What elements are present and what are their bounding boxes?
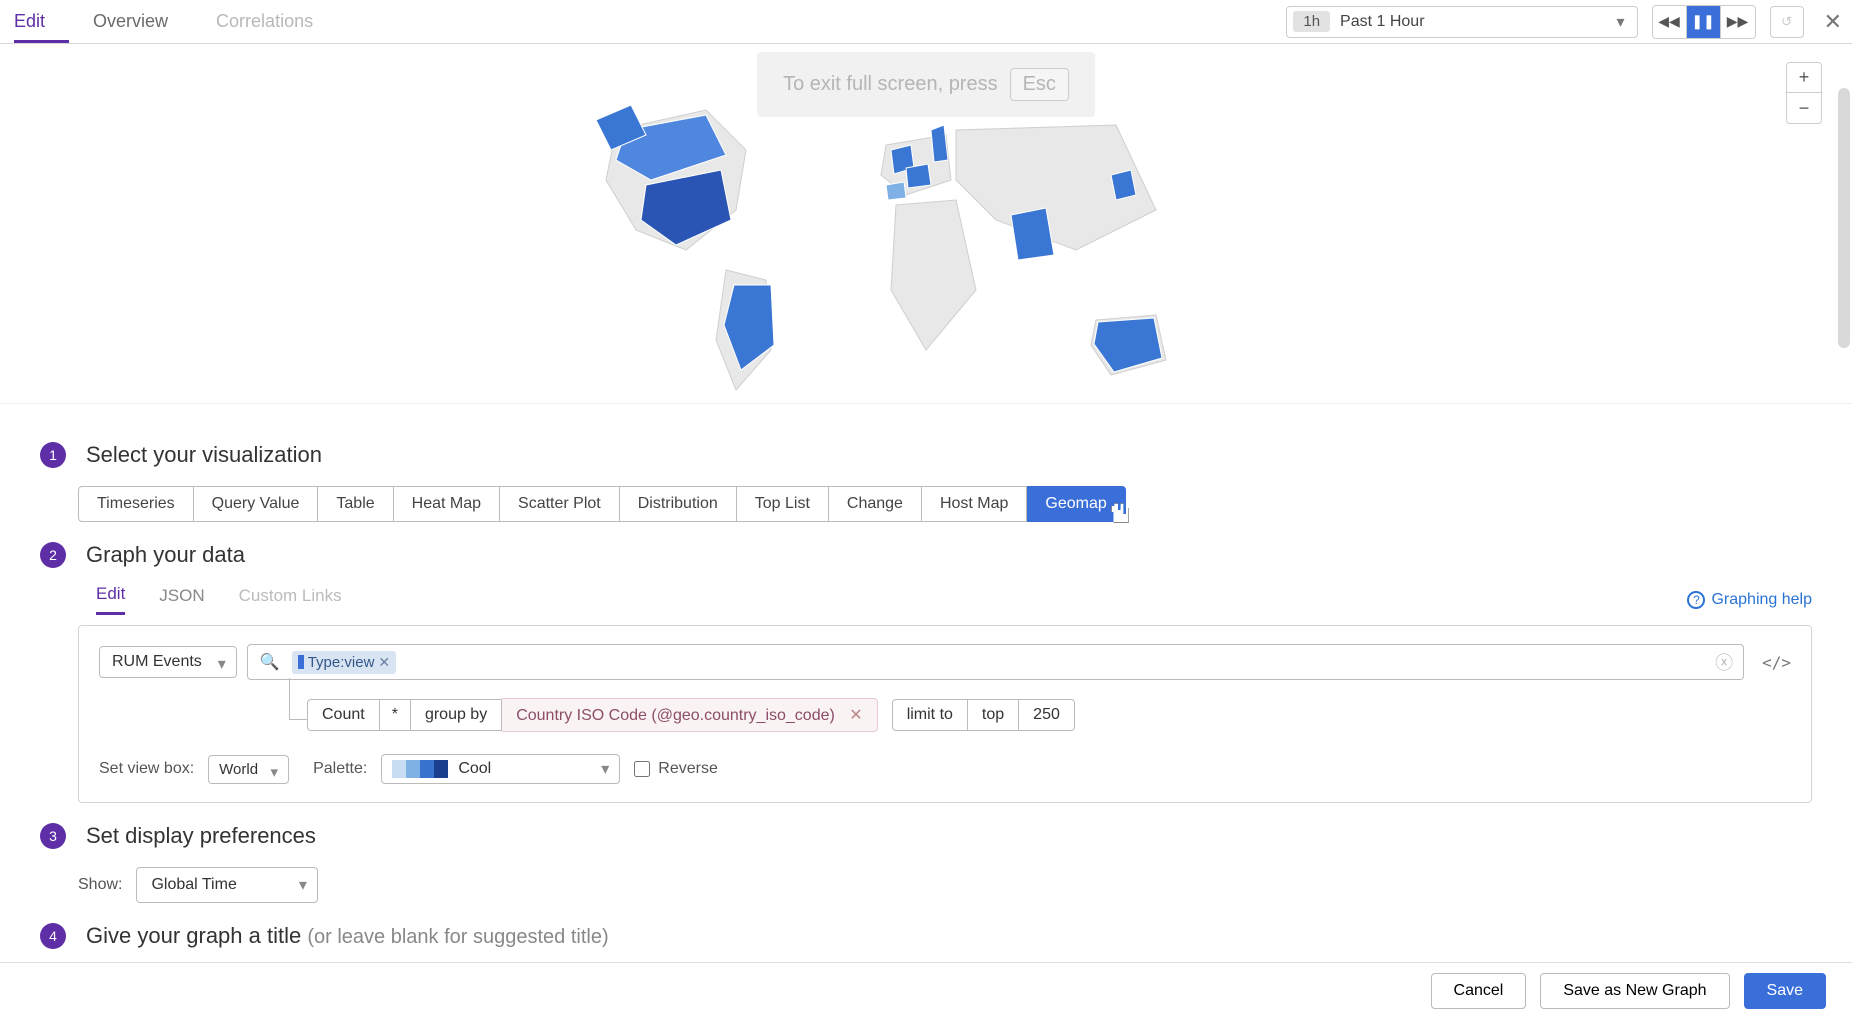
viz-top-list[interactable]: Top List — [737, 486, 829, 522]
viz-distribution[interactable]: Distribution — [620, 486, 737, 522]
step-4-title: Give your graph a title (or leave blank … — [86, 923, 609, 949]
view-box-dropdown[interactable]: World — [208, 755, 289, 784]
code-toggle-icon[interactable]: </> — [1762, 653, 1791, 672]
tag-color-icon — [298, 655, 304, 669]
top-bar: Edit Overview Correlations 1h Past 1 Hou… — [0, 0, 1852, 44]
step-forward-button[interactable]: ▶▶ — [1721, 6, 1755, 38]
geomap[interactable] — [556, 90, 1296, 425]
cancel-button[interactable]: Cancel — [1431, 973, 1527, 1009]
palette-value: Cool — [458, 760, 491, 778]
show-label: Show: — [78, 876, 122, 894]
remove-tag-icon[interactable]: ✕ — [378, 654, 390, 671]
subtab-custom-links: Custom Links — [239, 586, 342, 614]
reverse-checkbox-input[interactable] — [634, 761, 650, 777]
viz-host-map[interactable]: Host Map — [922, 486, 1027, 522]
step-4-title-text: Give your graph a title — [86, 923, 307, 948]
save-button[interactable]: Save — [1744, 973, 1826, 1009]
filter-tag[interactable]: Type:view ✕ — [292, 651, 396, 674]
graphing-help-link[interactable]: ? Graphing help — [1687, 591, 1812, 609]
time-range-label: Past 1 Hour — [1340, 13, 1604, 31]
step-2-title: Graph your data — [86, 542, 245, 568]
zoom-in-button[interactable]: + — [1787, 63, 1821, 93]
group-by-label: group by — [411, 699, 502, 731]
remove-groupby-icon[interactable]: ✕ — [849, 707, 862, 724]
subtab-json[interactable]: JSON — [159, 586, 204, 614]
filter-tag-label: Type:view — [308, 654, 375, 671]
group-by-value[interactable]: Country ISO Code (@geo.country_iso_code)… — [502, 698, 877, 732]
palette-dropdown[interactable]: Cool — [381, 754, 620, 784]
time-range-picker[interactable]: 1h Past 1 Hour ▾ — [1286, 6, 1637, 38]
pause-button[interactable]: ❚❚ — [1687, 6, 1721, 38]
query-filter-input[interactable]: 🔍 Type:view ✕ ⓧ — [247, 644, 1744, 680]
search-icon: 🔍 — [254, 652, 286, 672]
data-source-dropdown[interactable]: RUM Events — [99, 646, 237, 678]
view-box-label: Set view box: — [99, 760, 194, 778]
palette-swatch-icon — [392, 760, 448, 778]
map-zoom-controls: + − — [1786, 62, 1822, 124]
viz-geomap[interactable]: Geomap — [1027, 486, 1125, 522]
tab-overview[interactable]: Overview — [93, 1, 192, 42]
aggregation-of[interactable]: * — [380, 699, 411, 731]
viz-table[interactable]: Table — [318, 486, 393, 522]
time-range-badge: 1h — [1293, 11, 1330, 32]
step-3-badge: 3 — [40, 823, 66, 849]
visualization-picker: Timeseries Query Value Table Heat Map Sc… — [78, 486, 1812, 522]
limit-to-label: limit to — [892, 699, 968, 731]
step-4-header: 4 Give your graph a title (or leave blan… — [40, 923, 1812, 949]
viz-scatter-plot[interactable]: Scatter Plot — [500, 486, 620, 522]
save-as-new-button[interactable]: Save as New Graph — [1540, 973, 1729, 1009]
query-branch-decoration — [289, 678, 307, 720]
step-1-title: Select your visualization — [86, 442, 322, 468]
clear-filters-icon[interactable]: ⓧ — [1711, 649, 1737, 675]
step-3-title: Set display preferences — [86, 823, 316, 849]
subtab-edit[interactable]: Edit — [96, 584, 125, 615]
step-3-header: 3 Set display preferences — [40, 823, 1812, 849]
footer-bar: Cancel Save as New Graph Save — [0, 962, 1852, 1018]
aggregation-dropdown[interactable]: Count — [307, 699, 380, 731]
reverse-checkbox-label: Reverse — [658, 760, 718, 778]
step-1-header: 1 Select your visualization — [40, 442, 1812, 468]
limit-direction[interactable]: top — [968, 699, 1019, 731]
viz-heat-map[interactable]: Heat Map — [394, 486, 500, 522]
show-dropdown[interactable]: Global Time — [136, 867, 317, 903]
graph-preview: To exit full screen, press Esc + − — [0, 44, 1852, 404]
close-icon[interactable]: ✕ — [1818, 9, 1848, 35]
tab-correlations: Correlations — [216, 1, 337, 42]
limit-count[interactable]: 250 — [1019, 699, 1075, 731]
viz-query-value[interactable]: Query Value — [194, 486, 319, 522]
reverse-checkbox[interactable]: Reverse — [634, 760, 718, 778]
help-link-label: Graphing help — [1711, 591, 1812, 609]
chevron-down-icon: ▾ — [1605, 12, 1637, 32]
step-2-badge: 2 — [40, 542, 66, 568]
step-1-badge: 1 — [40, 442, 66, 468]
help-icon: ? — [1687, 591, 1705, 609]
undo-button: ↺ — [1770, 6, 1804, 38]
query-card: RUM Events 🔍 Type:view ✕ ⓧ </> Count * g… — [78, 625, 1812, 803]
zoom-out-button[interactable]: − — [1787, 93, 1821, 123]
step-4-hint: (or leave blank for suggested title) — [307, 926, 608, 948]
viz-change[interactable]: Change — [829, 486, 922, 522]
palette-label: Palette: — [313, 760, 367, 778]
step-back-button[interactable]: ◀◀ — [1653, 6, 1687, 38]
step-4-badge: 4 — [40, 923, 66, 949]
editor-content: 1 Select your visualization Timeseries Q… — [0, 404, 1852, 1018]
scrollbar[interactable] — [1838, 88, 1850, 348]
viz-timeseries[interactable]: Timeseries — [78, 486, 194, 522]
tab-edit[interactable]: Edit — [14, 1, 69, 43]
time-play-controls: ◀◀ ❚❚ ▶▶ — [1652, 5, 1756, 39]
graph-subtabs: Edit JSON Custom Links ? Graphing help — [96, 584, 1812, 615]
group-by-tag-label: Country ISO Code (@geo.country_iso_code) — [516, 707, 835, 724]
step-2-header: 2 Graph your data — [40, 542, 1812, 568]
